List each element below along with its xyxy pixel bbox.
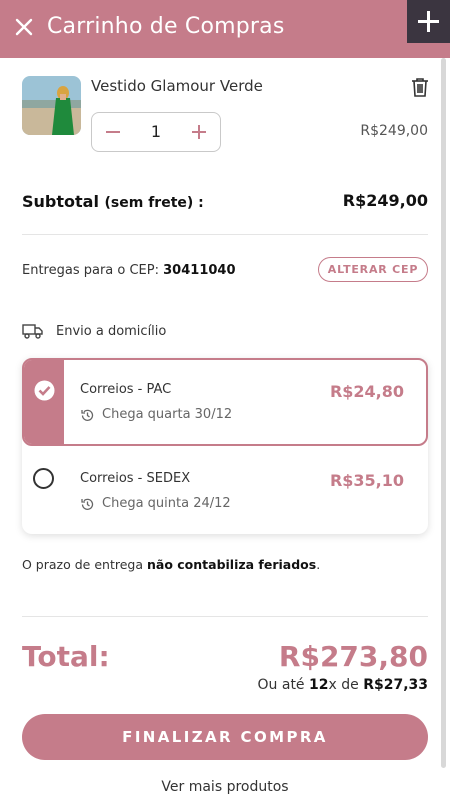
cep-value: 30411040 — [163, 263, 236, 278]
install-prefix: Ou até — [257, 677, 305, 693]
subtotal-text: Subtotal — [22, 192, 99, 211]
option-arrival-text: Chega quinta 24/12 — [102, 496, 231, 511]
truck-icon — [22, 323, 44, 343]
install-mid: x de — [328, 677, 359, 693]
quantity-stepper[interactable]: 1 — [91, 112, 221, 152]
scrollbar[interactable] — [441, 58, 446, 768]
checkout-button[interactable]: FINALIZAR COMPRA — [22, 714, 428, 760]
cart-header: Carrinho de Compras — [0, 0, 450, 58]
plus-icon[interactable] — [188, 121, 210, 143]
check-circle-icon[interactable] — [34, 380, 55, 405]
option-arrival: Chega quinta 24/12 — [80, 496, 231, 511]
item-price: R$249,00 — [360, 123, 428, 139]
divider — [22, 234, 428, 235]
shipping-option-pac[interactable] — [22, 358, 428, 446]
total-value: R$273,80 — [278, 640, 428, 673]
note-suffix: . — [316, 557, 321, 572]
option-price: R$35,10 — [329, 471, 404, 490]
subtotal-label: Subtotal (sem frete) : — [22, 192, 204, 211]
page-title: Carrinho de Compras — [47, 14, 285, 39]
option-name[interactable]: Correios - SEDEX — [80, 471, 190, 486]
installments: Ou até 12x de R$27,33 — [258, 677, 428, 693]
option-arrival: Chega quarta 30/12 — [80, 407, 232, 422]
cep-label: Entregas para o CEP: — [22, 263, 159, 278]
delivery-note: O prazo de entrega não contabiliza feria… — [22, 557, 320, 572]
note-bold: não contabiliza feriados — [146, 557, 317, 572]
option-name: Correios - PAC — [80, 382, 172, 397]
change-cep-button[interactable]: ALTERAR CEP — [318, 257, 428, 282]
subtotal-note: (sem frete) : — [104, 195, 204, 211]
shipping-method-label: Envio a domicílio — [56, 324, 167, 339]
product-name[interactable]: Vestido Glamour Verde — [91, 77, 263, 95]
more-products-link[interactable]: Ver mais produtos — [0, 779, 450, 795]
product-image[interactable] — [22, 76, 81, 135]
note-prefix: O prazo de entrega — [22, 557, 143, 572]
install-value: R$27,33 — [363, 677, 428, 693]
history-icon — [81, 409, 94, 421]
radio-button[interactable] — [33, 468, 54, 489]
divider — [22, 616, 428, 617]
option-arrival-text: Chega quarta 30/12 — [102, 407, 233, 422]
trash-icon[interactable] — [409, 76, 431, 98]
cep-info: Entregas para o CEP: 30411040 — [22, 263, 236, 278]
total-label: Total: — [22, 640, 110, 673]
option-price: R$24,80 — [329, 382, 404, 401]
close-icon[interactable] — [14, 17, 36, 41]
subtotal-value: R$249,00 — [342, 191, 428, 210]
history-icon — [81, 498, 94, 510]
plus-icon[interactable] — [407, 0, 450, 43]
install-count: 12 — [309, 677, 329, 693]
